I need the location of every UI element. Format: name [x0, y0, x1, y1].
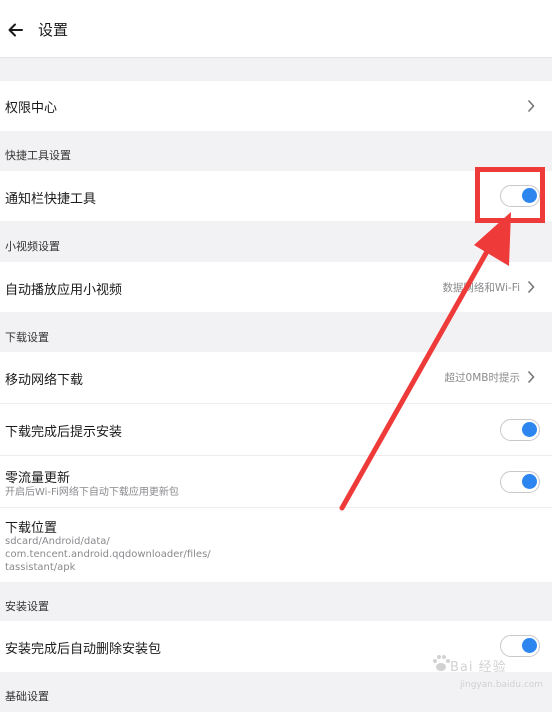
permission-center-row[interactable]: 权限中心 [0, 81, 552, 131]
watermark: Bai 经验 jingyan.baidu.com [430, 650, 544, 700]
zero-traffic-update-desc: 开启后Wi-Fi网络下自动下载应用更新包 [5, 487, 179, 498]
chevron-right-icon [527, 99, 535, 113]
notification-quick-tool-row: 通知栏快捷工具 [0, 171, 552, 221]
autoplay-video-label: 自动播放应用小视频 [5, 283, 123, 298]
zero-traffic-update-label: 零流量更新 [5, 471, 71, 486]
download-path-line: com.tencent.android.qqdownloader/files/ [5, 549, 211, 560]
prompt-install-label: 下载完成后提示安装 [5, 425, 123, 440]
top-bar: 设置 [0, 0, 552, 58]
page-title: 设置 [38, 21, 69, 39]
mobile-download-label: 移动网络下载 [5, 373, 84, 388]
settings-page: 设置 权限中心 快捷工具设置 通知栏快捷工具 小视频设置 自动播放应用小视频 数… [0, 0, 552, 712]
download-path-line: sdcard/Android/data/ [5, 536, 110, 547]
back-arrow-icon[interactable] [6, 20, 26, 40]
annotation-highlight-box [475, 167, 545, 223]
prompt-install-toggle[interactable] [500, 419, 540, 441]
mobile-download-value: 超过0MB时提示 [444, 372, 520, 384]
section-header-download: 下载设置 [5, 331, 49, 344]
watermark-sub: jingyan.baidu.com [460, 680, 544, 690]
download-settings-group: 移动网络下载 超过0MB时提示 下载完成后提示安装 零流量更新 开启后Wi-Fi… [0, 352, 552, 582]
chevron-right-icon [527, 370, 535, 384]
section-header-quick-tools: 快捷工具设置 [5, 149, 71, 162]
mobile-download-row[interactable]: 移动网络下载 超过0MB时提示 [0, 352, 552, 402]
watermark-main: Bai 经验 [450, 660, 507, 675]
autoplay-video-row[interactable]: 自动播放应用小视频 数据网络和Wi-Fi [0, 262, 552, 312]
auto-delete-package-label: 安装完成后自动删除安装包 [5, 642, 162, 657]
download-location-row[interactable]: 下载位置 sdcard/Android/data/ com.tencent.an… [0, 508, 552, 582]
section-header-install: 安装设置 [5, 600, 49, 613]
zero-traffic-update-row: 零流量更新 开启后Wi-Fi网络下自动下载应用更新包 [0, 456, 552, 507]
autoplay-video-value: 数据网络和Wi-Fi [442, 282, 520, 294]
paw-logo-icon [433, 655, 450, 671]
chevron-right-icon [527, 280, 535, 294]
download-path-line: tassistant/apk [5, 562, 76, 573]
toggle-knob [522, 422, 537, 437]
permission-center-label: 权限中心 [5, 101, 58, 116]
prompt-install-row: 下载完成后提示安装 [0, 404, 552, 455]
section-header-small-video: 小视频设置 [5, 240, 60, 253]
zero-traffic-update-toggle[interactable] [500, 471, 540, 493]
notification-quick-tool-label: 通知栏快捷工具 [5, 192, 97, 207]
download-location-label: 下载位置 [5, 521, 58, 536]
toggle-knob [522, 474, 537, 489]
